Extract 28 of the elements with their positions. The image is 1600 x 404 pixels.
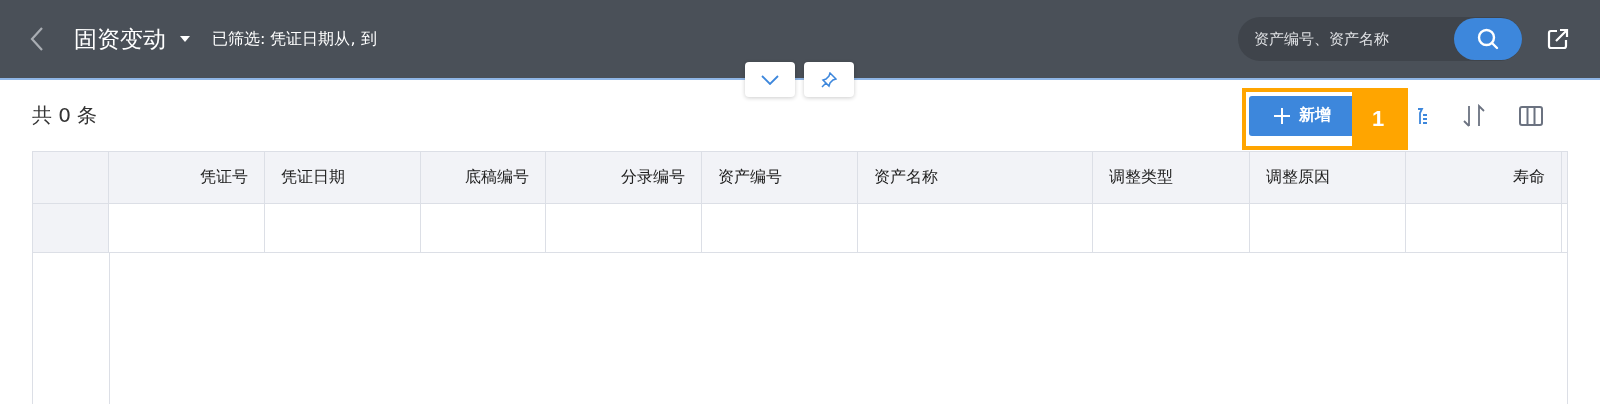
search-button[interactable]	[1454, 18, 1522, 60]
chevron-down-icon	[761, 74, 779, 85]
add-button[interactable]: 新增	[1249, 95, 1355, 136]
export-icon[interactable]	[1546, 27, 1570, 51]
plus-icon	[1273, 106, 1291, 125]
page-title[interactable]: 固资变动	[74, 23, 166, 55]
annotation-number: 1	[1352, 92, 1404, 146]
pin-button[interactable]	[804, 62, 854, 97]
column-header[interactable]: 调整原因	[1250, 152, 1406, 203]
search-input[interactable]: 资产编号、资产名称	[1238, 29, 1454, 49]
caret-icon[interactable]	[180, 36, 190, 42]
column-header[interactable]: 底稿编号	[421, 152, 546, 203]
record-count: 共 0 条	[32, 102, 98, 129]
back-icon[interactable]	[30, 26, 44, 52]
pin-icon	[821, 71, 837, 88]
column-header[interactable]: 调整类型	[1093, 152, 1250, 203]
column-header[interactable]: 分录编号	[546, 152, 702, 203]
search-icon	[1476, 27, 1500, 51]
filter-summary: 已筛选: 凭证日期从, 到	[212, 28, 377, 50]
column-header[interactable]: 寿命	[1406, 152, 1562, 203]
collapse-button[interactable]	[745, 62, 795, 97]
column-header[interactable]: 资产名称	[858, 152, 1093, 203]
column-header[interactable]: 资产编号	[702, 152, 858, 203]
columns-icon[interactable]	[1518, 104, 1544, 127]
sort-icon[interactable]	[1461, 103, 1487, 128]
column-header[interactable]: 凭证号	[109, 152, 265, 203]
column-header[interactable]: 凭证日期	[265, 152, 421, 203]
search-field[interactable]: 资产编号、资产名称	[1238, 17, 1522, 61]
